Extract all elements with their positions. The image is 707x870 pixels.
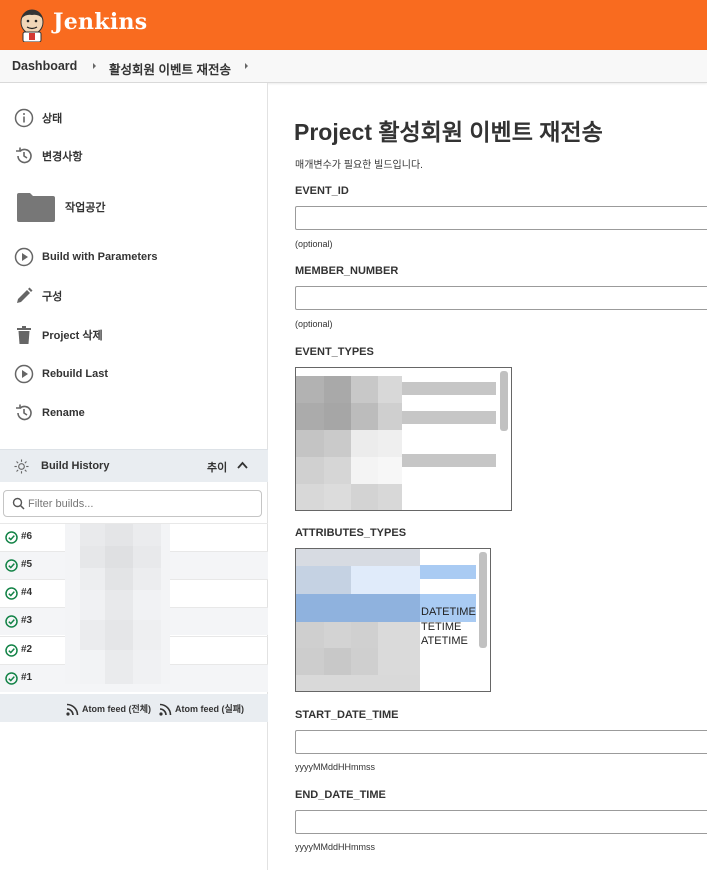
param-label-event-id: EVENT_ID [295, 185, 349, 197]
attributes-option[interactable]: DATETIME [421, 606, 476, 618]
param-hint: (optional) [295, 319, 333, 329]
sidebar-item-delete-project[interactable]: Project 삭제 [0, 318, 268, 352]
filter-builds-box [3, 490, 262, 517]
success-check-icon [5, 644, 18, 657]
sidebar-item-label: 구성 [42, 291, 63, 303]
sidebar-item-rebuild-last[interactable]: Rebuild Last [0, 357, 268, 391]
param-label-end-date-time: END_DATE_TIME [295, 789, 386, 801]
redacted-build-details [65, 524, 170, 684]
breadcrumb-separator-icon[interactable] [245, 63, 248, 69]
success-check-icon [5, 672, 18, 685]
filter-builds-input[interactable] [28, 495, 253, 512]
event-types-multiselect[interactable] [295, 367, 512, 511]
success-check-icon [5, 587, 18, 600]
sidebar-item-changes[interactable]: 변경사항 [0, 139, 268, 173]
feed-bar: Atom feed (전체) Atom feed (실패) [0, 694, 268, 722]
sidebar-item-status[interactable]: 상태 [0, 101, 268, 135]
build-number[interactable]: #1 [21, 672, 32, 683]
listbox-scrollbar[interactable] [500, 371, 508, 431]
page-title: Project 활성회원 이벤트 재전송 [294, 119, 603, 145]
success-check-icon [5, 559, 18, 572]
build-number[interactable]: #2 [21, 644, 32, 655]
build-history-header: Build History 추이 [0, 449, 268, 482]
history-icon [16, 404, 32, 421]
attributes-option[interactable]: ATETIME [421, 635, 468, 647]
history-icon [16, 147, 32, 164]
start-date-time-input[interactable] [295, 730, 707, 754]
breadcrumb-dashboard[interactable]: Dashboard [12, 59, 77, 73]
play-icon [14, 247, 34, 267]
rss-icon [66, 703, 79, 716]
atom-feed-failed-link[interactable]: Atom feed (실패) [175, 702, 244, 715]
sidebar-item-workspace[interactable]: 작업공간 [0, 189, 268, 225]
param-label-member-number: MEMBER_NUMBER [295, 265, 399, 277]
listbox-scrollbar[interactable] [479, 552, 487, 648]
atom-feed-all-link[interactable]: Atom feed (전체) [82, 702, 151, 715]
event-id-input[interactable] [295, 206, 707, 230]
play-icon [14, 364, 34, 384]
breadcrumb-project[interactable]: 활성회원 이벤트 재전송 [109, 59, 231, 78]
app-name[interactable]: Jenkins [53, 9, 147, 35]
redacted-options [296, 376, 496, 510]
sidebar-item-label: Build with Parameters [42, 251, 158, 263]
build-history-title: Build History [41, 460, 110, 472]
breadcrumb: Dashboard 활성회원 이벤트 재전송 [0, 50, 707, 83]
jenkins-logo-icon[interactable] [18, 8, 46, 42]
sidebar-item-build-with-parameters[interactable]: Build with Parameters [0, 240, 268, 274]
success-check-icon [5, 531, 18, 544]
page-description: 매개변수가 필요한 빌드입니다. [295, 160, 423, 171]
build-history-trend-link[interactable]: 추이 [207, 459, 227, 475]
trash-icon [17, 326, 31, 344]
param-label-start-date-time: START_DATE_TIME [295, 709, 399, 721]
param-label-event-types: EVENT_TYPES [295, 346, 374, 358]
sidebar-item-label: Rename [42, 407, 85, 419]
chevron-up-icon[interactable] [237, 461, 248, 470]
sidebar-item-configure[interactable]: 구성 [0, 279, 268, 313]
end-date-time-input[interactable] [295, 810, 707, 834]
build-number[interactable]: #6 [21, 531, 32, 542]
sidebar-item-label: 변경사항 [42, 151, 83, 163]
attributes-types-multiselect[interactable]: DATETIME TETIME ATETIME [295, 548, 491, 692]
pencil-icon [17, 287, 33, 303]
rss-icon [159, 703, 172, 716]
sidebar-item-label: Rebuild Last [42, 368, 109, 380]
attributes-option[interactable]: TETIME [421, 621, 461, 633]
build-number[interactable]: #3 [21, 615, 32, 626]
top-header: Jenkins [0, 0, 707, 50]
param-hint: yyyyMMddHHmmss [295, 762, 375, 772]
sidebar-item-label: 상태 [42, 113, 63, 125]
redacted-options [296, 549, 476, 691]
build-number[interactable]: #5 [21, 559, 32, 570]
build-number[interactable]: #4 [21, 587, 32, 598]
search-icon [12, 497, 25, 510]
info-icon [14, 108, 34, 128]
member-number-input[interactable] [295, 286, 707, 310]
breadcrumb-separator-icon[interactable] [93, 63, 96, 69]
param-label-attributes-types: ATTRIBUTES_TYPES [295, 527, 407, 539]
sun-icon [14, 459, 29, 474]
sidebar-item-label: 작업공간 [65, 202, 106, 214]
sidebar-item-rename[interactable]: Rename [0, 396, 268, 430]
param-hint: (optional) [295, 239, 333, 249]
sidebar-item-label: Project 삭제 [42, 330, 103, 342]
param-hint: yyyyMMddHHmmss [295, 842, 375, 852]
folder-icon [17, 193, 55, 222]
success-check-icon [5, 615, 18, 628]
